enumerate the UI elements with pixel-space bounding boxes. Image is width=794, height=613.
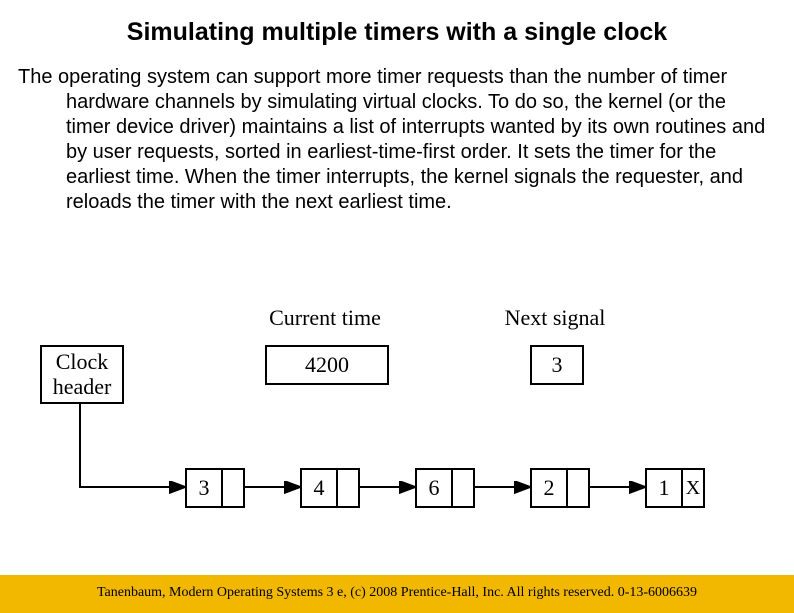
timer-diagram: Current time Next signal Clock header 42…: [40, 303, 760, 553]
footer-text: Tanenbaum, Modern Operating Systems 3 e,…: [0, 585, 794, 601]
paragraph-text: The operating system can support more ti…: [18, 65, 766, 215]
arrows: [40, 303, 760, 553]
page-title: Simulating multiple timers with a single…: [0, 18, 794, 47]
paragraph: The operating system can support more ti…: [18, 65, 766, 215]
